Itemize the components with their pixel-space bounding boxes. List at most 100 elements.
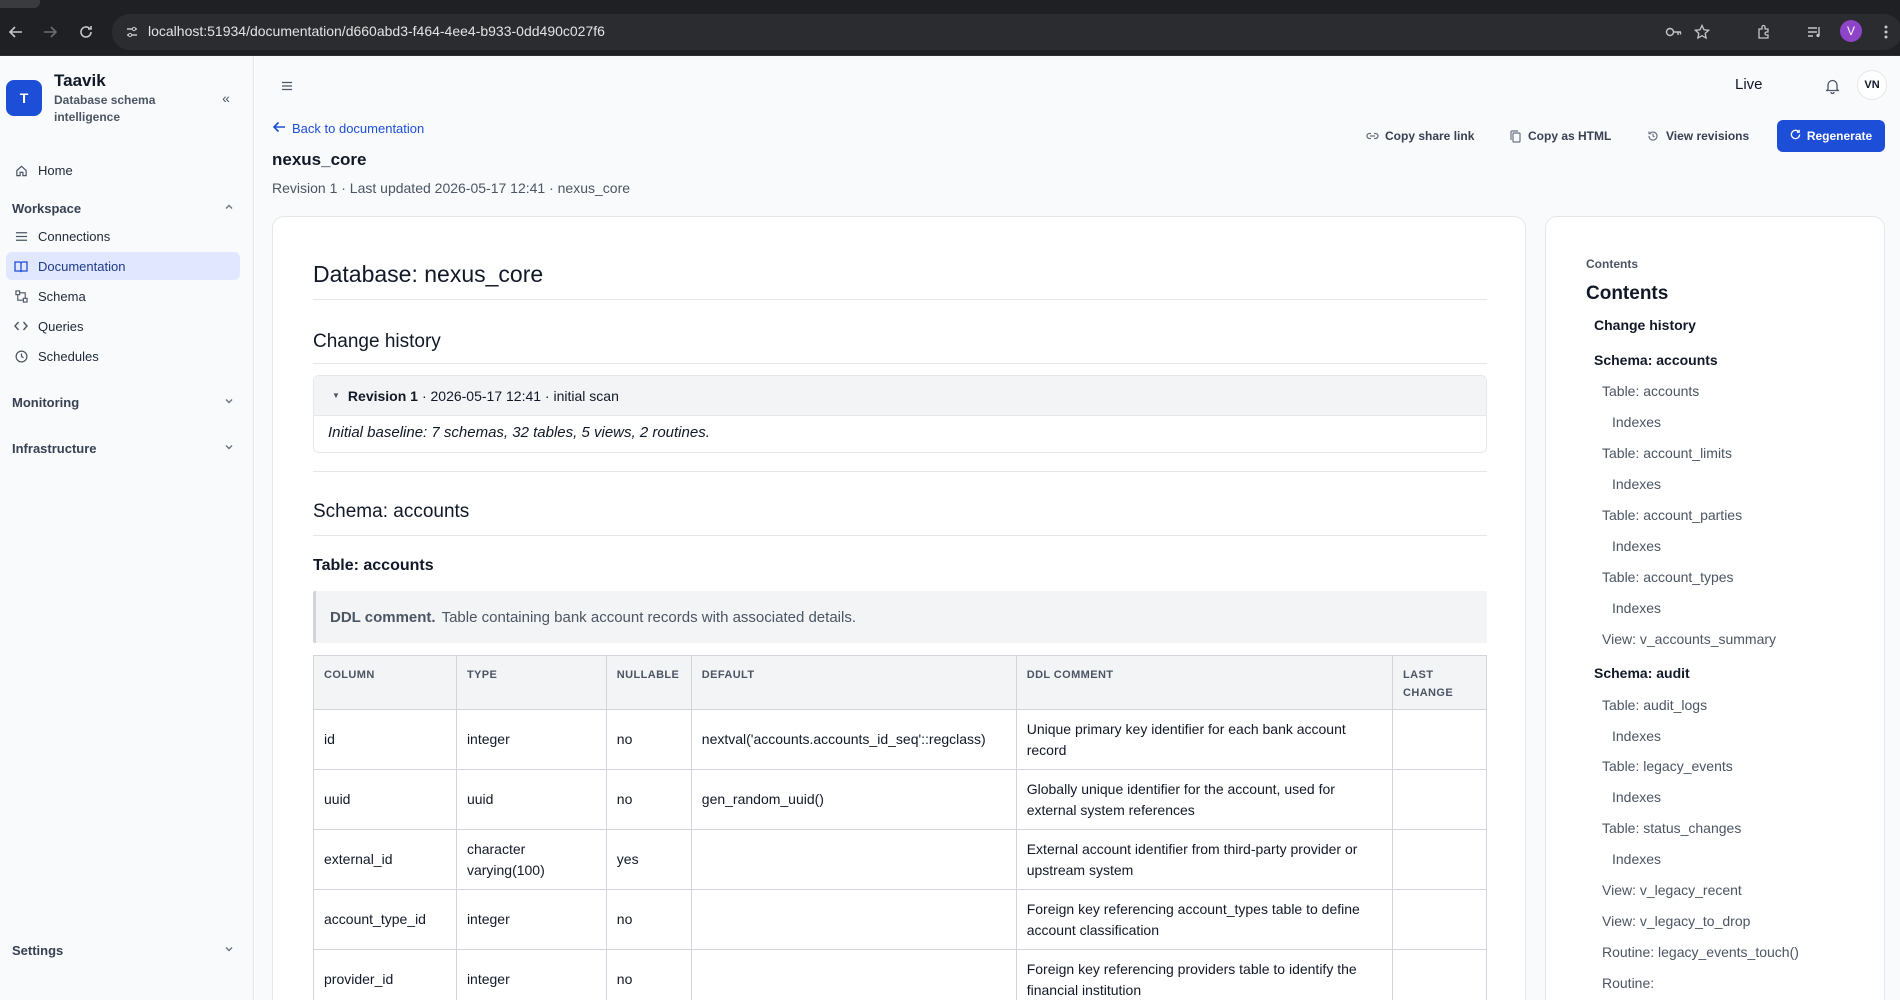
toc-item[interactable]: View: v_accounts_summary	[1602, 631, 1776, 647]
revision-detail: · 2026-05-17 12:41 · initial scan	[421, 387, 619, 404]
toc-item[interactable]: View: v_legacy_to_drop	[1602, 913, 1750, 929]
sidebar-item-label: Home	[38, 162, 73, 178]
toc-item[interactable]: Table: accounts	[1602, 383, 1699, 399]
sidebar: T Taavik Database schema intelligence « …	[0, 56, 254, 1000]
schema-heading: Schema: accounts	[313, 501, 470, 522]
reload-icon[interactable]	[74, 20, 98, 44]
regenerate-button[interactable]: Regenerate	[1777, 120, 1885, 152]
section-label: Workspace	[12, 200, 82, 216]
toc-kicker: Contents	[1586, 257, 1638, 271]
chevron-down-icon	[224, 442, 234, 455]
user-avatar[interactable]: VN	[1857, 70, 1887, 100]
sidebar-item-documentation[interactable]: Documentation	[6, 252, 240, 280]
workspace-section-toggle[interactable]: Workspace	[12, 198, 234, 218]
copy-as-html-button[interactable]: Copy as HTML	[1508, 126, 1611, 146]
cell-column: id	[313, 709, 457, 770]
divider	[313, 299, 1487, 300]
extensions-icon[interactable]	[1752, 20, 1776, 44]
column-header: LAST CHANGE	[1392, 655, 1487, 710]
cell-nullable: no	[605, 889, 692, 950]
revision-entry: ▼ Revision 1 · 2026-05-17 12:41 · initia…	[313, 375, 1487, 453]
sidebar-item-label: Schema	[38, 288, 86, 304]
toc-item[interactable]: Table: account_limits	[1602, 445, 1732, 461]
table-heading: Table: accounts	[313, 557, 434, 574]
password-key-icon[interactable]	[1664, 22, 1684, 42]
toc-item[interactable]: View: v_legacy_recent	[1602, 882, 1742, 898]
toc-item[interactable]: Indexes	[1612, 851, 1661, 867]
arrow-left-icon	[272, 120, 286, 137]
cell-column: uuid	[313, 769, 457, 830]
copy-as-html-label: Copy as HTML	[1528, 129, 1612, 143]
cell-comment: Foreign key referencing providers table …	[1015, 949, 1394, 1000]
toc-item[interactable]: Indexes	[1612, 414, 1661, 430]
monitoring-section-toggle[interactable]: Monitoring	[12, 392, 234, 412]
toc-item[interactable]: Routine: legacy_events_touch()	[1602, 944, 1799, 960]
forward-arrow-icon[interactable]	[38, 20, 62, 44]
toc-item[interactable]: Change history	[1594, 317, 1696, 333]
browser-menu-icon[interactable]	[1874, 20, 1898, 44]
browser-tab[interactable]	[0, 0, 40, 8]
sidebar-item-label: Queries	[38, 318, 84, 334]
cell-default	[690, 889, 1017, 950]
bell-icon[interactable]	[1822, 76, 1842, 96]
address-bar[interactable]: localhost:51934/documentation/d660abd3-f…	[112, 14, 1900, 50]
copy-share-link-button[interactable]: Copy share link	[1365, 126, 1474, 146]
sidebar-item-connections[interactable]: Connections	[6, 222, 240, 250]
back-arrow-icon[interactable]	[4, 20, 28, 44]
live-status: Live	[1735, 76, 1763, 93]
browser-profile-avatar[interactable]: V	[1840, 20, 1862, 42]
back-to-documentation-link[interactable]: Back to documentation	[272, 120, 424, 137]
toc-item[interactable]: Table: legacy_events	[1602, 758, 1733, 774]
revision-summary: Initial baseline: 7 schemas, 32 tables, …	[328, 424, 710, 441]
cell-type: integer	[455, 709, 607, 770]
revision-toggle[interactable]: ▼ Revision 1 · 2026-05-17 12:41 · initia…	[314, 376, 1486, 416]
home-icon	[14, 163, 28, 177]
toc-item[interactable]: Routine:	[1602, 975, 1654, 991]
collapse-sidebar-icon[interactable]: «	[216, 88, 236, 108]
toc-item[interactable]: Indexes	[1612, 728, 1661, 744]
view-revisions-button[interactable]: View revisions	[1646, 126, 1749, 146]
toc-item[interactable]: Indexes	[1612, 476, 1661, 492]
toc-item[interactable]: Table: audit_logs	[1602, 697, 1707, 713]
settings-section-toggle[interactable]: Settings	[12, 940, 234, 960]
schema-icon	[14, 289, 28, 303]
sidebar-item-home[interactable]: Home	[6, 156, 240, 184]
change-history-heading: Change history	[313, 331, 441, 352]
url-text[interactable]: localhost:51934/documentation/d660abd3-f…	[148, 23, 605, 39]
cell-comment: Unique primary key identifier for each b…	[1015, 709, 1394, 770]
column-header: DDL COMMENT	[1015, 655, 1394, 710]
app-logo[interactable]: T	[6, 80, 42, 116]
toc-item[interactable]: Schema: accounts	[1594, 352, 1718, 368]
table-row: provider_id integer no Foreign key refer…	[313, 949, 1487, 1000]
infrastructure-section-toggle[interactable]: Infrastructure	[12, 438, 234, 458]
sidebar-item-schedules[interactable]: Schedules	[6, 342, 240, 370]
brand-name: Taavik	[54, 71, 106, 90]
refresh-icon	[1790, 129, 1801, 143]
chevron-up-icon	[224, 202, 234, 215]
toc-item[interactable]: Schema: audit	[1594, 665, 1690, 681]
sidebar-item-queries[interactable]: Queries	[6, 312, 240, 340]
view-revisions-label: View revisions	[1666, 129, 1750, 143]
menu-icon[interactable]	[279, 78, 295, 94]
toc-item[interactable]: Indexes	[1612, 789, 1661, 805]
chevron-down-icon	[224, 396, 234, 409]
ddl-comment: DDL comment. Table containing bank accou…	[313, 591, 1487, 643]
toc-item[interactable]: Indexes	[1612, 538, 1661, 554]
sidebar-item-schema[interactable]: Schema	[6, 282, 240, 310]
cell-nullable: no	[605, 709, 692, 770]
cell-default: gen_random_uuid()	[690, 769, 1017, 830]
bookmark-star-icon[interactable]	[1692, 22, 1712, 42]
toc-item[interactable]: Table: status_changes	[1602, 820, 1741, 836]
toc-item[interactable]: Table: account_parties	[1602, 507, 1742, 523]
cell-column: external_id	[313, 829, 457, 890]
sidebar-item-label: Schedules	[38, 348, 99, 364]
toc-item[interactable]: Table: account_types	[1602, 569, 1734, 585]
cell-nullable: no	[605, 769, 692, 830]
media-controls-icon[interactable]	[1802, 20, 1826, 44]
section-label: Monitoring	[12, 394, 80, 410]
cell-default	[690, 949, 1017, 1000]
book-icon	[14, 259, 28, 273]
site-info-icon[interactable]	[122, 22, 142, 42]
toc-item[interactable]: Indexes	[1612, 600, 1661, 616]
documentation-content: Database: nexus_core Change history ▼ Re…	[272, 216, 1526, 1000]
